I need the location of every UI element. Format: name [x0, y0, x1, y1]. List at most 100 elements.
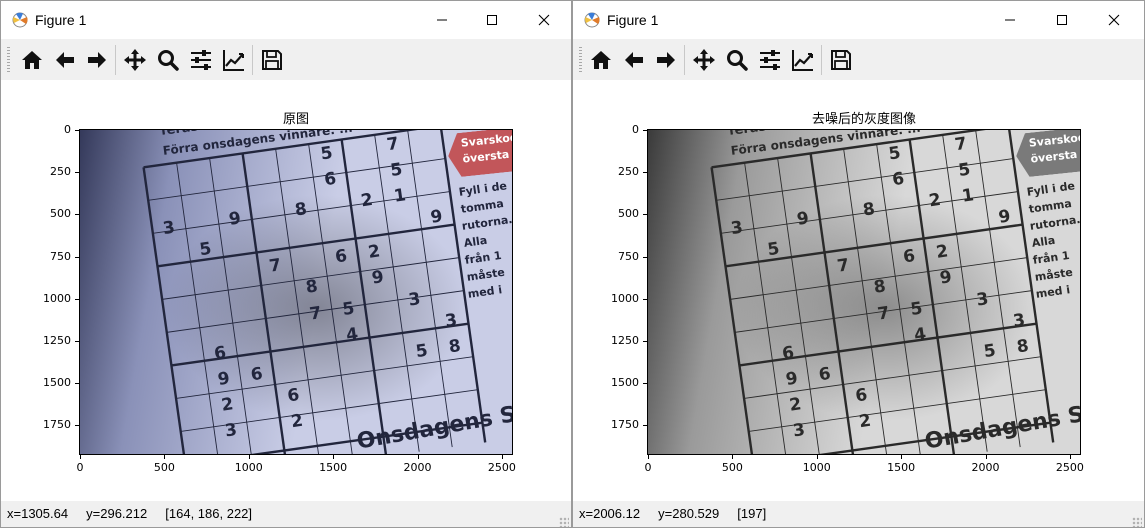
y-tick-mark [643, 214, 647, 216]
sudoku-digit: 5 [389, 159, 404, 181]
y-tick-label: 1000 [611, 291, 639, 305]
banner-text: översta ra [461, 147, 510, 166]
resize-grip[interactable] [559, 517, 569, 527]
configure-subplots-icon[interactable] [188, 47, 214, 73]
x-tick-label: 2500 [487, 461, 516, 474]
edit-curve-icon[interactable] [790, 47, 816, 73]
configure-subplots-icon[interactable] [757, 47, 783, 73]
window-title: Figure 1 [607, 12, 659, 28]
toolbar-grip[interactable] [579, 47, 582, 73]
matplotlib-app-icon [11, 11, 29, 29]
figure-canvas[interactable]: 原图 feras Förra onsdagens vinnare: ... Svar… [1, 80, 571, 501]
y-tick-mark [643, 130, 647, 131]
photo-header-text: feras [160, 129, 199, 139]
pan-icon[interactable] [122, 47, 148, 73]
zoom-icon[interactable] [724, 47, 750, 73]
image-axes[interactable]: feras Förra onsdagens vinnare: ... Svarsko… [647, 129, 1081, 455]
resize-grip[interactable] [1132, 517, 1142, 527]
save-icon[interactable] [259, 47, 285, 73]
minimize-button[interactable] [987, 1, 1033, 39]
save-icon[interactable] [828, 47, 854, 73]
navigation-toolbar [573, 39, 1144, 80]
y-tick-label: 750 [50, 249, 71, 263]
x-tick-mark [648, 455, 649, 459]
sudoku-grid: 576539821597628975363496582632 [142, 130, 487, 454]
side-text: rutorna. [461, 212, 513, 233]
figure-window-left: Figure 1 原图 feras Förra onsdagens vinnare… [0, 0, 572, 528]
status-bar: x=1305.64 y=296.212 [164, 186, 222] [1, 501, 571, 527]
cursor-coordinates: x=2006.12 y=280.529 [197] [579, 506, 767, 521]
y-tick-label: 1000 [43, 291, 71, 305]
toolbar-grip[interactable] [7, 47, 10, 73]
photo-header-text: feras [728, 129, 767, 139]
side-text: måste [465, 265, 506, 284]
figure-canvas[interactable]: 去噪后的灰度图像 feras Förra onsdagens vinnare: .… [573, 80, 1144, 501]
x-tick-mark [501, 455, 503, 459]
maximize-button[interactable] [1039, 1, 1085, 39]
y-tick-label: 1750 [43, 418, 71, 432]
side-text: tomma [1027, 196, 1073, 216]
y-tick-mark [643, 256, 647, 258]
navigation-toolbar [1, 39, 571, 80]
x-tick-label: 1000 [802, 461, 831, 474]
axes-title: 去噪后的灰度图像 [811, 112, 916, 127]
zoom-icon[interactable] [155, 47, 181, 73]
x-tick-label: 1000 [234, 461, 263, 474]
sudoku-grid: 576539821597628975363496582632 [710, 130, 1055, 454]
home-icon[interactable] [588, 47, 614, 73]
y-tick-mark [643, 340, 647, 342]
side-text: med i [467, 283, 503, 301]
x-tick-label: 1500 [887, 461, 916, 474]
y-tick-label: 750 [618, 249, 639, 263]
x-tick-mark [333, 455, 335, 459]
sudoku-digit: 5 [957, 159, 972, 181]
y-tick-label: 0 [64, 123, 71, 136]
side-text: från 1 [464, 248, 503, 267]
side-text: från 1 [1032, 248, 1071, 267]
status-bar: x=2006.12 y=280.529 [197] [573, 501, 1144, 527]
x-tick-mark [248, 455, 250, 459]
x-tick-label: 1500 [319, 461, 348, 474]
x-tick-mark [164, 455, 166, 459]
cursor-coordinates: x=1305.64 y=296.212 [164, 186, 222] [7, 506, 253, 521]
y-tick-mark [75, 172, 79, 174]
banner-text: översta ra [1029, 147, 1078, 166]
y-tick-label: 0 [632, 123, 639, 136]
y-tick-label: 1500 [43, 376, 71, 390]
forward-icon[interactable] [653, 47, 679, 73]
close-button[interactable] [1091, 1, 1137, 39]
y-tick-mark [75, 298, 79, 300]
y-tick-label: 500 [50, 207, 71, 221]
figure-window-right: Figure 1 去噪后的灰度图像 feras Förra onsdagens v… [572, 0, 1145, 528]
toolbar-separator [115, 45, 116, 75]
home-icon[interactable] [19, 47, 45, 73]
y-tick-mark [75, 130, 79, 131]
x-tick-mark [1069, 455, 1071, 459]
close-button[interactable] [521, 1, 567, 39]
y-tick-label: 250 [618, 165, 639, 179]
axes-title: 原图 [282, 112, 309, 127]
x-tick-mark [80, 455, 81, 459]
title-bar[interactable]: Figure 1 [1, 1, 571, 39]
toolbar-separator [252, 45, 253, 75]
maximize-button[interactable] [469, 1, 515, 39]
toolbar-separator [821, 45, 822, 75]
side-text: Alla [462, 233, 488, 250]
edit-curve-icon[interactable] [221, 47, 247, 73]
pan-icon[interactable] [691, 47, 717, 73]
x-tick-label: 2500 [1055, 461, 1084, 474]
image-axes[interactable]: feras Förra onsdagens vinnare: ... Svarsko… [79, 129, 513, 455]
back-icon[interactable] [52, 47, 78, 73]
y-tick-mark [75, 256, 79, 258]
y-tick-label: 1500 [611, 376, 639, 390]
title-bar[interactable]: Figure 1 [573, 1, 1144, 39]
y-tick-mark [643, 425, 647, 427]
minimize-button[interactable] [419, 1, 465, 39]
x-tick-mark [901, 455, 903, 459]
forward-icon[interactable] [84, 47, 110, 73]
x-tick-label: 500 [721, 461, 743, 474]
banner-text: Svarskod [460, 130, 513, 150]
y-tick-mark [643, 298, 647, 300]
back-icon[interactable] [621, 47, 647, 73]
side-text: Fyll i de [458, 179, 508, 199]
